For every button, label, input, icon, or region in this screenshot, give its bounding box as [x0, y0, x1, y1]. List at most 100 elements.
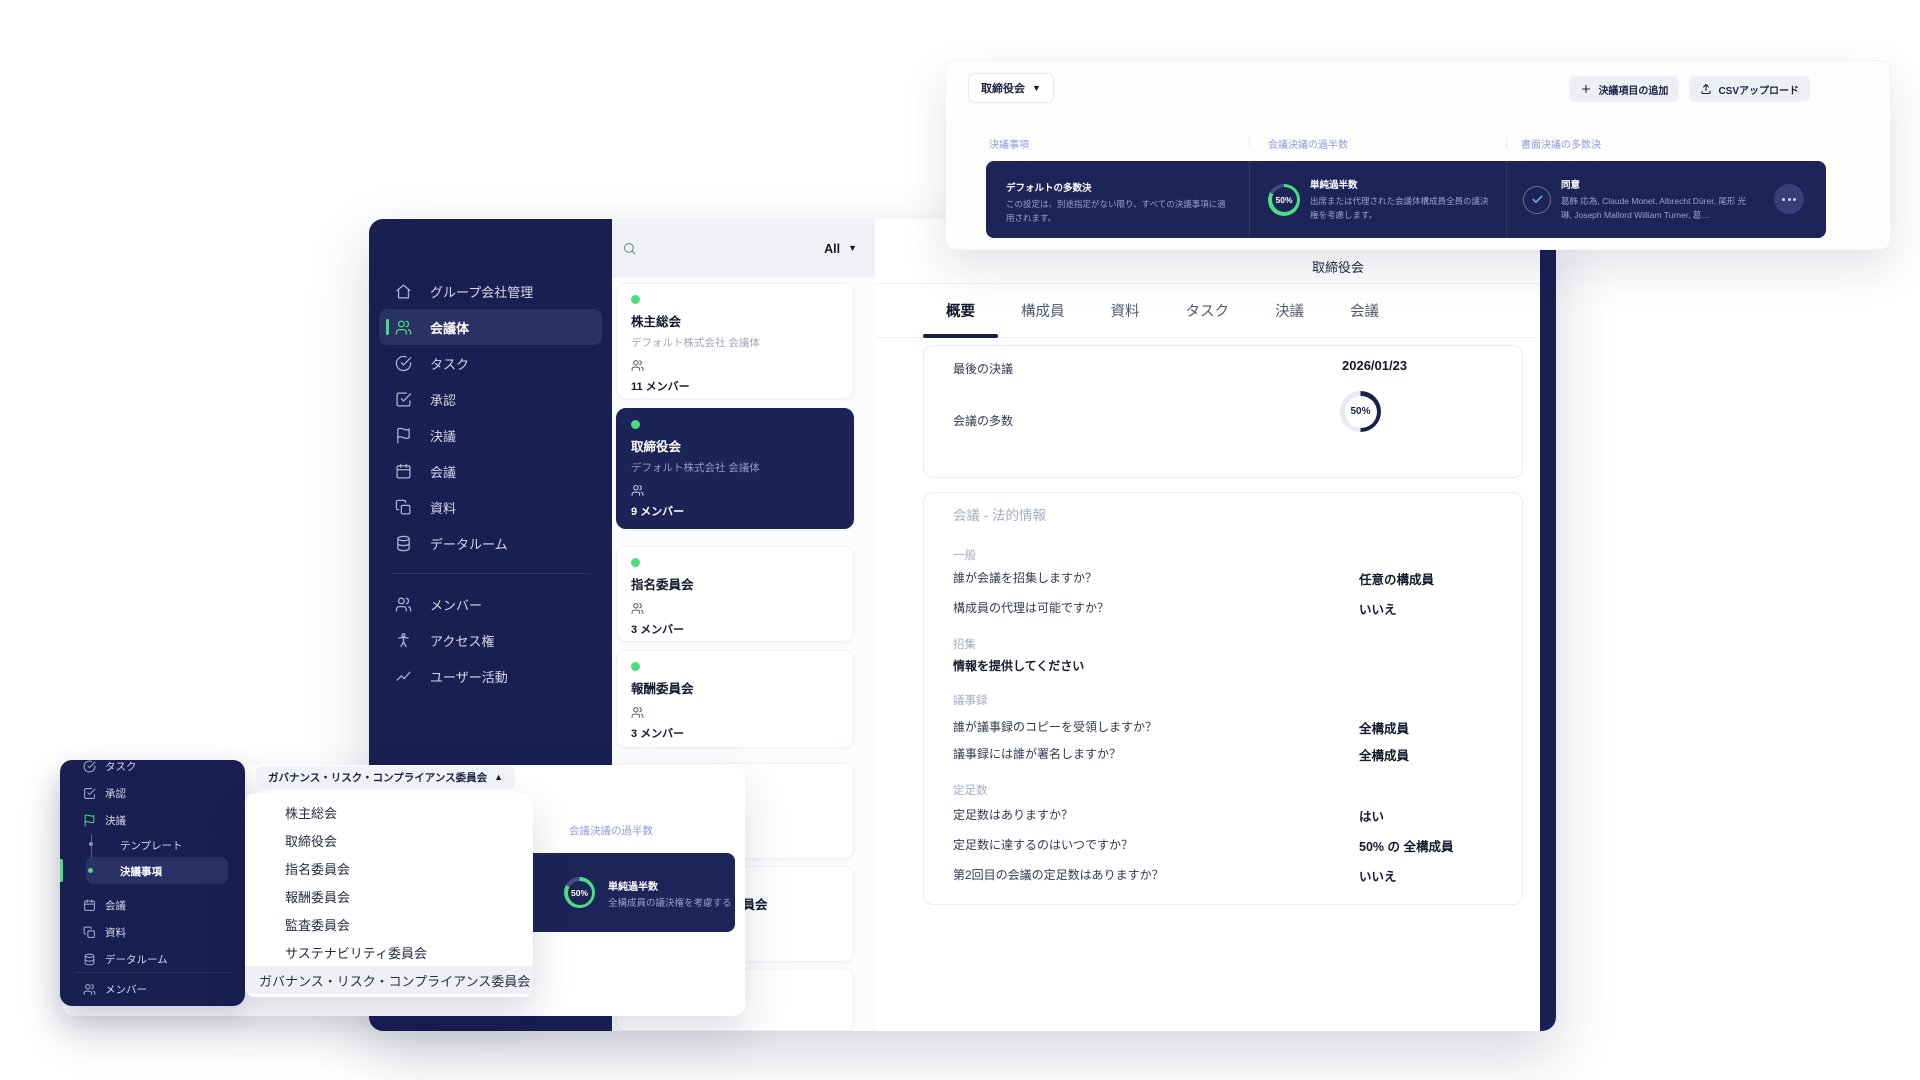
- mini-sidebar: タスク 承認 決議 テンプレート 決議事項 会議 資料: [60, 760, 245, 1006]
- majority-percent: 50%: [1350, 406, 1370, 417]
- legal-info-card: 会議 - 法的情報 一般 誰が会議を招集しますか？ 任意の構成員 構成員の代理は…: [923, 492, 1523, 905]
- committee-card-shareholders[interactable]: 株主総会 デフォルト株式会社 会議体 11 メンバー: [616, 283, 854, 399]
- committee-card-nomination[interactable]: 指名委員会 3 メンバー: [616, 546, 854, 642]
- committee-selector-dropdown-open[interactable]: ガバナンス・リスク・コンプライアンス委員会 ▲: [256, 766, 515, 789]
- mini-sidebar-item-dataroom[interactable]: データルーム: [60, 946, 245, 972]
- menu-item-governance[interactable]: ガバナンス・リスク・コンプライアンス委員会: [245, 966, 533, 994]
- sidebar-item-dataroom[interactable]: データルーム: [369, 525, 612, 561]
- status-dot: [631, 662, 640, 671]
- users-icon: [631, 359, 839, 372]
- legal-row: 第2回目の会議の定足数はありますか？ いいえ: [953, 866, 1502, 882]
- sidebar-item-user-activity[interactable]: ユーザー活動: [369, 658, 612, 694]
- default-majority-row[interactable]: デフォルトの多数決 この設定は、別途指定がない限り、すべての決議事項に適用されま…: [986, 161, 1826, 238]
- home-icon: [395, 283, 412, 300]
- committee-card-board[interactable]: 取締役会 デフォルト株式会社 会議体 9 メンバー: [616, 408, 854, 529]
- tab-meetings[interactable]: 会議: [1327, 284, 1402, 337]
- menu-item-sustainability[interactable]: サステナビリティ委員会: [245, 938, 533, 966]
- list-filter-dropdown[interactable]: All ▼: [824, 242, 857, 256]
- rule-description: この設定は、別途指定がない限り、すべての決議事項に適用されます。: [1006, 197, 1231, 225]
- menu-item-board[interactable]: 取締役会: [245, 826, 533, 854]
- summary-label: 会議の多数: [953, 412, 1013, 429]
- flag-icon: [83, 814, 96, 827]
- legal-row: 構成員の代理は可能ですか？ いいえ: [953, 599, 1502, 615]
- written-majority-cell: 同意 葛飾 応為, Claude Monet, Albrecht Dürer, …: [1506, 161, 1826, 238]
- sidebar-item-label: ユーザー活動: [430, 667, 508, 686]
- tab-members[interactable]: 構成員: [998, 284, 1088, 337]
- sidebar-item-tasks[interactable]: タスク: [369, 345, 612, 381]
- menu-item-shareholders[interactable]: 株主総会: [245, 798, 533, 826]
- consent-members: 葛飾 応為, Claude Monet, Albrecht Dürer, 尾形 …: [1561, 194, 1753, 222]
- activity-icon: [395, 668, 412, 685]
- sidebar-item-approvals[interactable]: 承認: [369, 381, 612, 417]
- sidebar-item-meetings[interactable]: 会議: [369, 453, 612, 489]
- subsection-heading: 一般: [953, 547, 976, 563]
- mini-sidebar-item-meetings[interactable]: 会議: [60, 892, 245, 918]
- tab-resolutions[interactable]: 決議: [1252, 284, 1327, 337]
- question: 誰が会議を招集しますか？: [953, 571, 1097, 585]
- column-header: 書面決議の多数決: [1521, 136, 1601, 151]
- mini-sidebar-item-documents[interactable]: 資料: [60, 919, 245, 945]
- status-dot: [631, 295, 640, 304]
- database-icon: [395, 535, 412, 552]
- column-header: 会議決議の過半数: [1268, 136, 1348, 151]
- majority-description: 出席または代理された会議体構成員全員の議決権を考慮します。: [1310, 194, 1492, 222]
- calendar-icon: [83, 899, 96, 912]
- answer: いいえ: [1359, 599, 1397, 618]
- section-heading: 会議 - 法的情報: [953, 504, 1046, 524]
- subsection-heading: 定足数: [953, 782, 988, 798]
- calendar-icon: [395, 463, 412, 480]
- csv-upload-button[interactable]: CSVアップロード: [1689, 76, 1810, 102]
- column-divider: [1249, 137, 1250, 149]
- mini-sidebar-item-tasks[interactable]: タスク: [60, 760, 245, 779]
- users-icon: [83, 983, 96, 996]
- check-circle-icon: [83, 760, 96, 773]
- question: 第2回目の会議の定足数はありますか？: [953, 868, 1164, 882]
- sidebar-item-resolutions[interactable]: 決議: [369, 417, 612, 453]
- mini-sidebar-active-label[interactable]: 決議事項: [120, 864, 162, 879]
- users-icon: [631, 602, 839, 615]
- tab-tasks[interactable]: タスク: [1163, 284, 1253, 337]
- documents-icon: [83, 926, 96, 939]
- mini-sidebar-item-templates[interactable]: テンプレート: [120, 838, 183, 853]
- answer: 全構成員: [1359, 745, 1409, 764]
- sidebar-item-label: データルーム: [430, 534, 508, 553]
- legal-row: 定足数に達するのはいつですか？ 50% の 全構成員: [953, 836, 1502, 852]
- menu-item-audit[interactable]: 監査委員会: [245, 910, 533, 938]
- answer: 50% の 全構成員: [1359, 836, 1453, 855]
- sidebar-item-group-companies[interactable]: グループ会社管理: [369, 273, 612, 309]
- mini-sidebar-item-members[interactable]: メンバー: [60, 976, 245, 1002]
- committee-card-compensation[interactable]: 報酬委員会 3 メンバー: [616, 650, 854, 748]
- tab-bar: 概要 構成員 資料 タスク 決議 会議: [875, 284, 1540, 338]
- committee-selector-dropdown[interactable]: 取締役会 ▼: [968, 73, 1054, 103]
- last-resolution-date: 2026/01/23: [1342, 358, 1407, 373]
- tab-documents[interactable]: 資料: [1088, 284, 1163, 337]
- sidebar-item-members[interactable]: メンバー: [369, 586, 612, 622]
- menu-item-nomination[interactable]: 指名委員会: [245, 854, 533, 882]
- mini-sidebar-item-resolutions[interactable]: 決議: [60, 807, 245, 833]
- sidebar-item-bodies[interactable]: 会議体: [379, 309, 602, 345]
- answer: 任意の構成員: [1359, 569, 1434, 588]
- sidebar-item-label: メンバー: [430, 595, 482, 614]
- meeting-majority-cell: 50% 単純過半数 出席または代理された会議体構成員全員の議決権を考慮します。: [1249, 161, 1506, 238]
- committee-title: 取締役会: [631, 436, 839, 455]
- summary-card: 最後の決議 2026/01/23 会議の多数 50%: [923, 345, 1523, 478]
- sidebar-item-access-rights[interactable]: アクセス権: [369, 622, 612, 658]
- committee-subtitle: デフォルト株式会社 会議体: [631, 460, 839, 475]
- users-icon: [395, 319, 412, 336]
- check-icon: [1523, 186, 1551, 214]
- majority-description: 全構成員の議決権を考慮する: [608, 895, 732, 909]
- answer: いいえ: [1359, 866, 1397, 885]
- search-icon[interactable]: [622, 241, 637, 256]
- member-count: 9 メンバー: [631, 503, 839, 519]
- more-options-button[interactable]: [1774, 184, 1804, 214]
- sidebar-item-documents[interactable]: 資料: [369, 489, 612, 525]
- menu-item-compensation[interactable]: 報酬委員会: [245, 882, 533, 910]
- add-resolution-item-button[interactable]: 決議項目の追加: [1569, 76, 1679, 102]
- legal-row: 誰が議事録のコピーを受領しますか？ 全構成員: [953, 718, 1502, 734]
- users-icon: [631, 484, 839, 497]
- mini-sidebar-item-approvals[interactable]: 承認: [60, 780, 245, 806]
- committee-title: 報酬委員会: [631, 678, 839, 697]
- tab-overview[interactable]: 概要: [923, 284, 998, 337]
- committee-title: 株主総会: [631, 311, 839, 330]
- majority-donut: 50%: [1268, 184, 1300, 216]
